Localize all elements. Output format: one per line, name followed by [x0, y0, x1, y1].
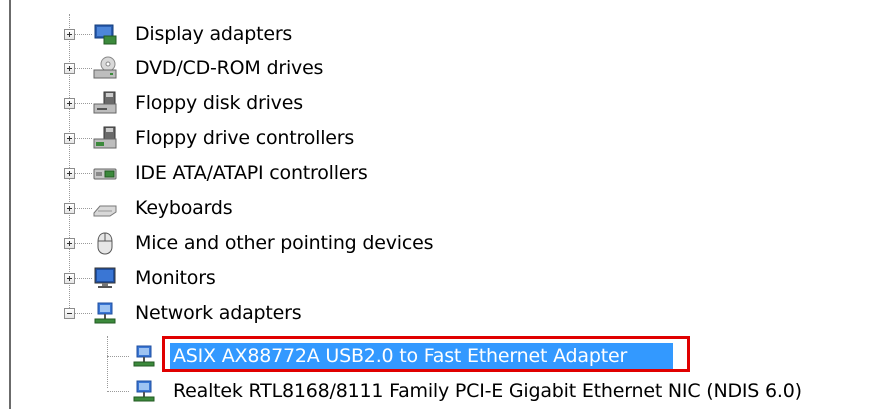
- device-row[interactable]: Realtek RTL8168/8111 Family PCI-E Gigabi…: [100, 374, 870, 408]
- category-row[interactable]: Mice and other pointing devices: [60, 226, 660, 260]
- ide-controller-icon: [93, 168, 117, 180]
- category-row[interactable]: Network adapters: [60, 296, 660, 330]
- category-label: Keyboards: [135, 197, 233, 219]
- expand-icon[interactable]: [64, 29, 75, 40]
- tree-connector-line: [74, 173, 92, 174]
- tree-connector-line: [107, 391, 129, 392]
- display-adapter-icon: [94, 24, 117, 45]
- category-row[interactable]: Monitors: [60, 261, 660, 295]
- tree-connector-line: [74, 103, 92, 104]
- tree-connector-line: [74, 278, 92, 279]
- category-row[interactable]: DVD/CD-ROM drives: [60, 51, 660, 85]
- network-adapter-icon: [94, 302, 116, 324]
- category-row[interactable]: IDE ATA/ATAPI controllers: [60, 156, 660, 190]
- tree-connector-line: [74, 68, 92, 69]
- floppy-controller-icon: [93, 126, 117, 149]
- category-row[interactable]: Floppy drive controllers: [60, 121, 660, 155]
- expand-icon[interactable]: [64, 238, 75, 249]
- network-card-icon: [133, 345, 155, 367]
- category-label: Mice and other pointing devices: [135, 232, 434, 254]
- category-label: Network adapters: [135, 302, 302, 324]
- dvd-drive-icon: [93, 56, 117, 79]
- floppy-disk-icon: [93, 91, 117, 114]
- device-manager-tree-view: { "tree": { "categories": [ {"label": "D…: [0, 0, 874, 409]
- category-label: Display adapters: [135, 23, 293, 45]
- tree-connector-line: [74, 208, 92, 209]
- expand-icon[interactable]: [64, 273, 75, 284]
- keyboard-icon: [93, 205, 117, 217]
- collapse-icon[interactable]: [64, 308, 75, 319]
- expand-icon[interactable]: [64, 63, 75, 74]
- window-left-border: [9, 0, 11, 409]
- tree-connector-line: [107, 356, 129, 357]
- tree-connector-line: [74, 34, 92, 35]
- category-label: Floppy drive controllers: [135, 127, 355, 149]
- expand-icon[interactable]: [64, 133, 75, 144]
- category-label: Monitors: [135, 267, 216, 289]
- expand-icon[interactable]: [64, 168, 75, 179]
- category-row[interactable]: Display adapters: [60, 17, 660, 51]
- network-card-icon: [133, 380, 155, 402]
- expand-icon[interactable]: [64, 98, 75, 109]
- category-row[interactable]: Keyboards: [60, 191, 660, 225]
- category-label: Floppy disk drives: [135, 92, 303, 114]
- monitor-icon: [94, 267, 116, 288]
- mouse-icon: [97, 232, 113, 255]
- category-row[interactable]: Floppy disk drives: [60, 86, 660, 120]
- category-label: IDE ATA/ATAPI controllers: [135, 162, 368, 184]
- device-label: Realtek RTL8168/8111 Family PCI-E Gigabi…: [173, 380, 802, 402]
- expand-icon[interactable]: [64, 203, 75, 214]
- tree-connector-line: [74, 313, 92, 314]
- category-label: DVD/CD-ROM drives: [135, 57, 324, 79]
- annotation-highlight-box: [162, 336, 690, 372]
- tree-connector-line: [74, 138, 92, 139]
- tree-connector-line: [74, 243, 92, 244]
